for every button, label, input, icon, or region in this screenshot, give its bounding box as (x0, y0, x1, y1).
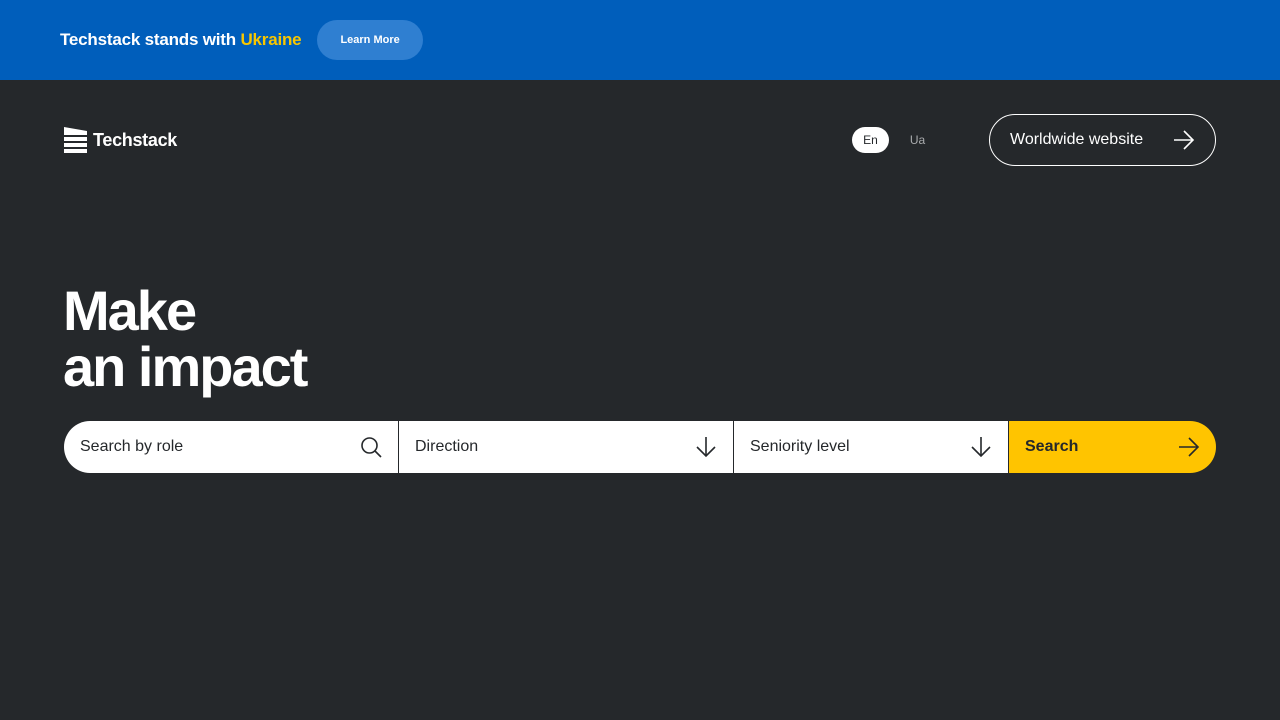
seniority-dropdown[interactable]: Seniority level (733, 421, 1008, 473)
role-search-field[interactable] (64, 421, 398, 473)
search-button-label: Search (1025, 438, 1079, 455)
hero-title: Make an impact (63, 279, 308, 398)
direction-dropdown[interactable]: Direction (398, 421, 733, 473)
hero-title-line1: Make (63, 279, 197, 342)
search-button[interactable]: Search (1008, 421, 1216, 473)
seniority-label: Seniority level (750, 438, 850, 455)
direction-label: Direction (415, 438, 479, 455)
lang-en-button[interactable]: En (852, 127, 889, 153)
worldwide-website-button[interactable]: Worldwide website (989, 114, 1216, 166)
logo-text: Techstack (93, 129, 178, 150)
banner-text: Techstack stands with Ukraine (60, 30, 302, 50)
logo[interactable]: Techstack (64, 127, 177, 153)
banner-highlight: Ukraine (240, 30, 302, 49)
logo-mark-icon (64, 127, 87, 153)
lang-ua-button[interactable]: Ua (899, 127, 936, 153)
site-header: Techstack En Ua Worldwide website (0, 80, 1280, 200)
banner-text-main: Techstack stands with (60, 30, 236, 49)
arrow-right-icon (1174, 130, 1195, 150)
arrow-right-icon (1179, 437, 1200, 457)
language-switch: En Ua (852, 127, 936, 153)
arrow-down-icon (971, 437, 991, 458)
search-icon (361, 437, 382, 458)
arrow-down-icon (696, 437, 716, 458)
hero-title-line2: an impact (63, 335, 308, 398)
role-search-input[interactable] (80, 438, 340, 456)
learn-more-button[interactable]: Learn More (317, 20, 423, 60)
ukraine-banner: Techstack stands with Ukraine Learn More (0, 0, 1280, 80)
worldwide-website-label: Worldwide website (1010, 131, 1144, 148)
job-search-bar: Direction Seniority level Search (64, 421, 1216, 473)
